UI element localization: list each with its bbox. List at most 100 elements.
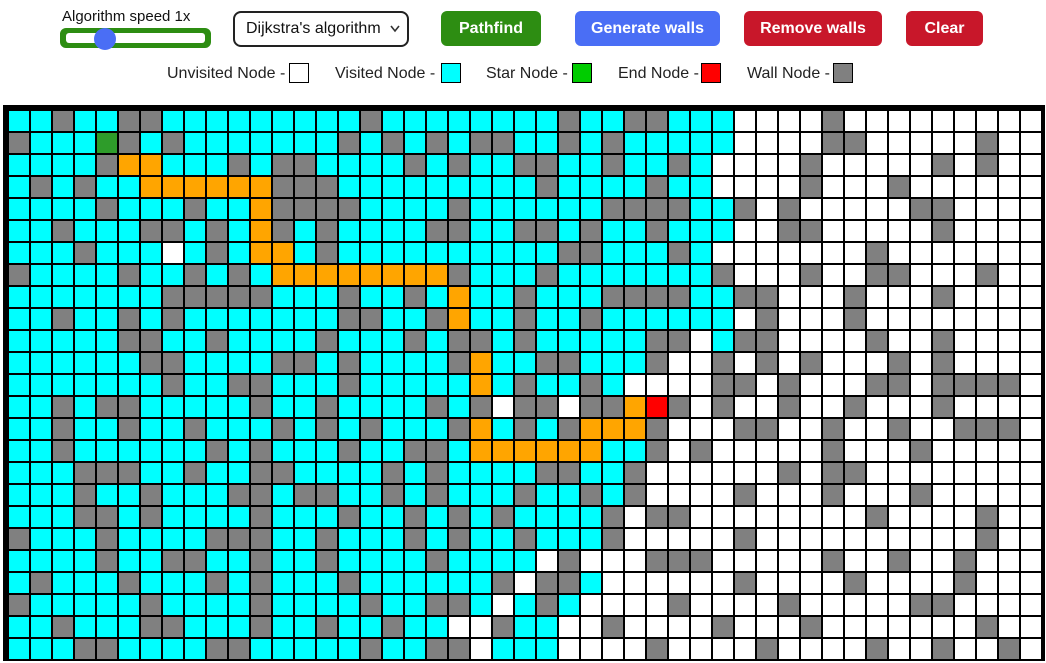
- wall-node[interactable]: [801, 617, 821, 637]
- wall-node[interactable]: [889, 353, 909, 373]
- visited-node[interactable]: [537, 529, 557, 549]
- wall-node[interactable]: [669, 199, 689, 219]
- visited-node[interactable]: [383, 507, 403, 527]
- visited-node[interactable]: [713, 287, 733, 307]
- visited-node[interactable]: [163, 155, 183, 175]
- visited-node[interactable]: [515, 639, 535, 659]
- path-node[interactable]: [361, 265, 381, 285]
- visited-node[interactable]: [97, 353, 117, 373]
- wall-node[interactable]: [53, 221, 73, 241]
- visited-node[interactable]: [625, 331, 645, 351]
- unvisited-node[interactable]: [735, 243, 755, 263]
- visited-node[interactable]: [141, 573, 161, 593]
- visited-node[interactable]: [405, 221, 425, 241]
- unvisited-node[interactable]: [977, 441, 997, 461]
- unvisited-node[interactable]: [779, 287, 799, 307]
- unvisited-node[interactable]: [889, 287, 909, 307]
- visited-node[interactable]: [713, 309, 733, 329]
- wall-node[interactable]: [515, 419, 535, 439]
- wall-node[interactable]: [647, 111, 667, 131]
- visited-node[interactable]: [427, 419, 447, 439]
- unvisited-node[interactable]: [977, 243, 997, 263]
- visited-node[interactable]: [647, 155, 667, 175]
- wall-node[interactable]: [647, 441, 667, 461]
- wall-node[interactable]: [53, 397, 73, 417]
- wall-node[interactable]: [845, 287, 865, 307]
- visited-node[interactable]: [405, 353, 425, 373]
- wall-node[interactable]: [53, 111, 73, 131]
- unvisited-node[interactable]: [955, 287, 975, 307]
- visited-node[interactable]: [97, 375, 117, 395]
- visited-node[interactable]: [581, 529, 601, 549]
- visited-node[interactable]: [9, 111, 29, 131]
- visited-node[interactable]: [251, 133, 271, 153]
- wall-node[interactable]: [669, 507, 689, 527]
- wall-node[interactable]: [801, 155, 821, 175]
- visited-node[interactable]: [97, 111, 117, 131]
- wall-node[interactable]: [581, 243, 601, 263]
- visited-node[interactable]: [141, 529, 161, 549]
- unvisited-node[interactable]: [999, 463, 1019, 483]
- visited-node[interactable]: [9, 551, 29, 571]
- unvisited-node[interactable]: [977, 639, 997, 659]
- visited-node[interactable]: [581, 133, 601, 153]
- wall-node[interactable]: [647, 177, 667, 197]
- visited-node[interactable]: [9, 397, 29, 417]
- wall-node[interactable]: [515, 221, 535, 241]
- visited-node[interactable]: [163, 639, 183, 659]
- unvisited-node[interactable]: [867, 573, 887, 593]
- visited-node[interactable]: [493, 639, 513, 659]
- visited-node[interactable]: [31, 529, 51, 549]
- unvisited-node[interactable]: [603, 639, 623, 659]
- wall-node[interactable]: [119, 111, 139, 131]
- visited-node[interactable]: [493, 309, 513, 329]
- visited-node[interactable]: [31, 441, 51, 461]
- visited-node[interactable]: [339, 221, 359, 241]
- wall-node[interactable]: [647, 287, 667, 307]
- wall-node[interactable]: [119, 573, 139, 593]
- wall-node[interactable]: [229, 639, 249, 659]
- wall-node[interactable]: [537, 353, 557, 373]
- visited-node[interactable]: [405, 419, 425, 439]
- unvisited-node[interactable]: [999, 287, 1019, 307]
- visited-node[interactable]: [185, 639, 205, 659]
- path-node[interactable]: [229, 177, 249, 197]
- unvisited-node[interactable]: [735, 463, 755, 483]
- visited-node[interactable]: [229, 133, 249, 153]
- visited-node[interactable]: [53, 485, 73, 505]
- wall-node[interactable]: [119, 309, 139, 329]
- wall-node[interactable]: [977, 507, 997, 527]
- unvisited-node[interactable]: [713, 441, 733, 461]
- wall-node[interactable]: [999, 375, 1019, 395]
- path-node[interactable]: [493, 441, 513, 461]
- visited-node[interactable]: [603, 111, 623, 131]
- wall-node[interactable]: [53, 419, 73, 439]
- visited-node[interactable]: [383, 375, 403, 395]
- wall-node[interactable]: [31, 573, 51, 593]
- end-node[interactable]: [647, 397, 667, 417]
- wall-node[interactable]: [559, 243, 579, 263]
- wall-node[interactable]: [53, 309, 73, 329]
- unvisited-node[interactable]: [845, 485, 865, 505]
- unvisited-node[interactable]: [933, 419, 953, 439]
- wall-node[interactable]: [317, 221, 337, 241]
- wall-node[interactable]: [339, 133, 359, 153]
- visited-node[interactable]: [75, 375, 95, 395]
- visited-node[interactable]: [97, 595, 117, 615]
- wall-node[interactable]: [449, 331, 469, 351]
- path-node[interactable]: [251, 199, 271, 219]
- visited-node[interactable]: [31, 617, 51, 637]
- wall-node[interactable]: [119, 397, 139, 417]
- unvisited-node[interactable]: [735, 133, 755, 153]
- visited-node[interactable]: [31, 331, 51, 351]
- visited-node[interactable]: [537, 419, 557, 439]
- visited-node[interactable]: [295, 441, 315, 461]
- wall-node[interactable]: [405, 287, 425, 307]
- path-node[interactable]: [471, 375, 491, 395]
- wall-node[interactable]: [273, 419, 293, 439]
- visited-node[interactable]: [251, 111, 271, 131]
- unvisited-node[interactable]: [823, 595, 843, 615]
- visited-node[interactable]: [31, 243, 51, 263]
- unvisited-node[interactable]: [977, 397, 997, 417]
- visited-node[interactable]: [493, 155, 513, 175]
